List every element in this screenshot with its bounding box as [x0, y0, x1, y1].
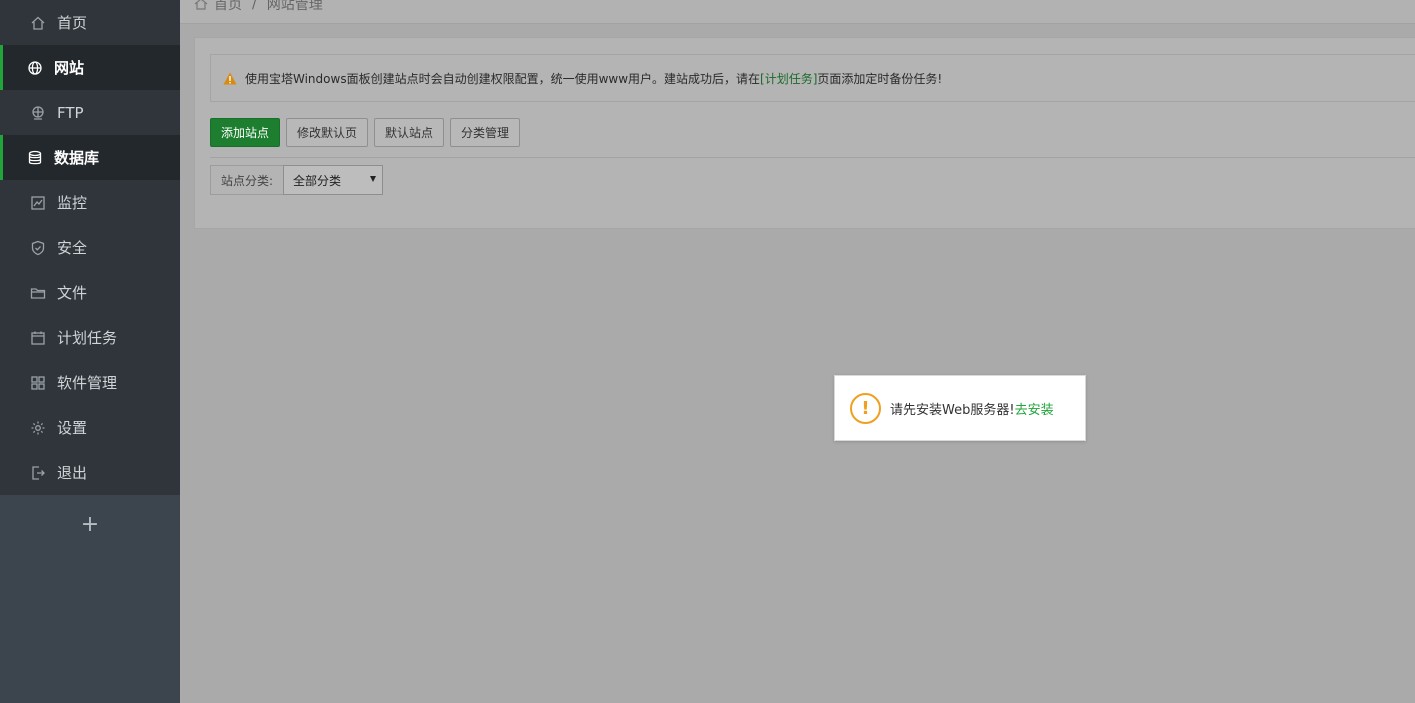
filter-label: 站点分类: — [210, 165, 284, 195]
globe-icon — [27, 60, 43, 76]
site-category-filter: 站点分类: 全部分类 — [210, 165, 384, 195]
sidebar-item-label: 数据库 — [54, 149, 100, 167]
sidebar-item-label: FTP — [57, 103, 84, 122]
folder-icon — [30, 285, 46, 301]
sidebar-item-files[interactable]: 文件 — [0, 270, 180, 315]
sidebar-item-logout[interactable]: 退出 — [0, 450, 180, 495]
add-menu-button[interactable]: + — [0, 503, 180, 545]
sidebar-item-label: 软件管理 — [57, 374, 118, 392]
add-site-button[interactable]: 添加站点 — [210, 118, 281, 147]
sidebar-item-settings[interactable]: 设置 — [0, 405, 180, 450]
breadcrumb: 首页 / 网站管理 — [194, 0, 323, 14]
alert-text-after: 页面添加定时备份任务! — [817, 71, 943, 86]
sidebar-item-website[interactable]: 网站 — [0, 45, 180, 90]
sidebar-item-monitor[interactable]: 监控 — [0, 180, 180, 225]
sidebar-item-label: 监控 — [57, 194, 88, 212]
sidebar-item-database[interactable]: 数据库 — [0, 135, 180, 180]
cron-task-link[interactable]: [计划任务] — [760, 70, 817, 87]
sidebar-menu: 首页 网站 FTP 数据库 监控 安全 文件 计划任务 软件管理 设置 退出 — [0, 0, 180, 495]
monitor-chart-icon — [30, 195, 46, 211]
exclamation-circle-icon: ! — [850, 392, 881, 424]
breadcrumb-home-link[interactable]: 首页 — [214, 0, 242, 14]
alert-text-before: 使用宝塔Windows面板创建站点时会自动创建权限配置，统一使用www用户。建站… — [245, 71, 761, 86]
category-select-value: 全部分类 — [293, 173, 342, 188]
gear-icon — [30, 420, 46, 436]
site-management-panel: 使用宝塔Windows面板创建站点时会自动创建权限配置，统一使用www用户。建站… — [194, 37, 1415, 229]
sidebar: 首页 网站 FTP 数据库 监控 安全 文件 计划任务 软件管理 设置 退出 + — [0, 0, 180, 703]
edit-default-page-button[interactable]: 修改默认页 — [286, 118, 369, 147]
sidebar-item-label: 网站 — [54, 59, 85, 77]
ftp-icon — [30, 105, 46, 121]
sidebar-item-label: 退出 — [57, 464, 88, 482]
default-site-button[interactable]: 默认站点 — [374, 118, 445, 147]
warning-triangle-icon — [223, 72, 237, 85]
sidebar-item-cron[interactable]: 计划任务 — [0, 315, 180, 360]
go-install-link[interactable]: 去安装 — [1015, 399, 1054, 418]
breadcrumb-separator: / — [252, 0, 257, 12]
logout-icon — [30, 465, 46, 481]
divider — [210, 157, 1415, 158]
sidebar-item-label: 文件 — [57, 284, 88, 302]
sidebar-item-label: 设置 — [57, 419, 88, 437]
calendar-icon — [30, 330, 46, 346]
database-icon — [27, 150, 43, 166]
home-icon — [194, 0, 208, 10]
sidebar-item-label: 安全 — [57, 239, 88, 257]
caret-down-icon — [370, 176, 377, 182]
sidebar-item-label: 计划任务 — [57, 329, 118, 347]
sidebar-item-label: 首页 — [57, 14, 88, 32]
popup-message: 请先安装Web服务器! — [890, 402, 1015, 418]
sidebar-item-software[interactable]: 软件管理 — [0, 360, 180, 405]
install-web-server-popup: ! 请先安装Web服务器! 去安装 — [834, 375, 1086, 441]
category-select[interactable]: 全部分类 — [283, 165, 384, 195]
sidebar-item-ftp[interactable]: FTP — [0, 90, 180, 135]
breadcrumb-bar: 首页 / 网站管理 — [180, 0, 1415, 24]
category-manage-button[interactable]: 分类管理 — [450, 118, 521, 147]
apps-grid-icon — [30, 375, 46, 391]
breadcrumb-current: 网站管理 — [266, 0, 323, 13]
sidebar-item-home[interactable]: 首页 — [0, 0, 180, 45]
sidebar-item-security[interactable]: 安全 — [0, 225, 180, 270]
shield-icon — [30, 240, 46, 256]
toolbar: 添加站点 修改默认页 默认站点 分类管理 — [210, 118, 521, 147]
home-icon — [30, 15, 46, 31]
info-alert: 使用宝塔Windows面板创建站点时会自动创建权限配置，统一使用www用户。建站… — [210, 54, 1415, 102]
